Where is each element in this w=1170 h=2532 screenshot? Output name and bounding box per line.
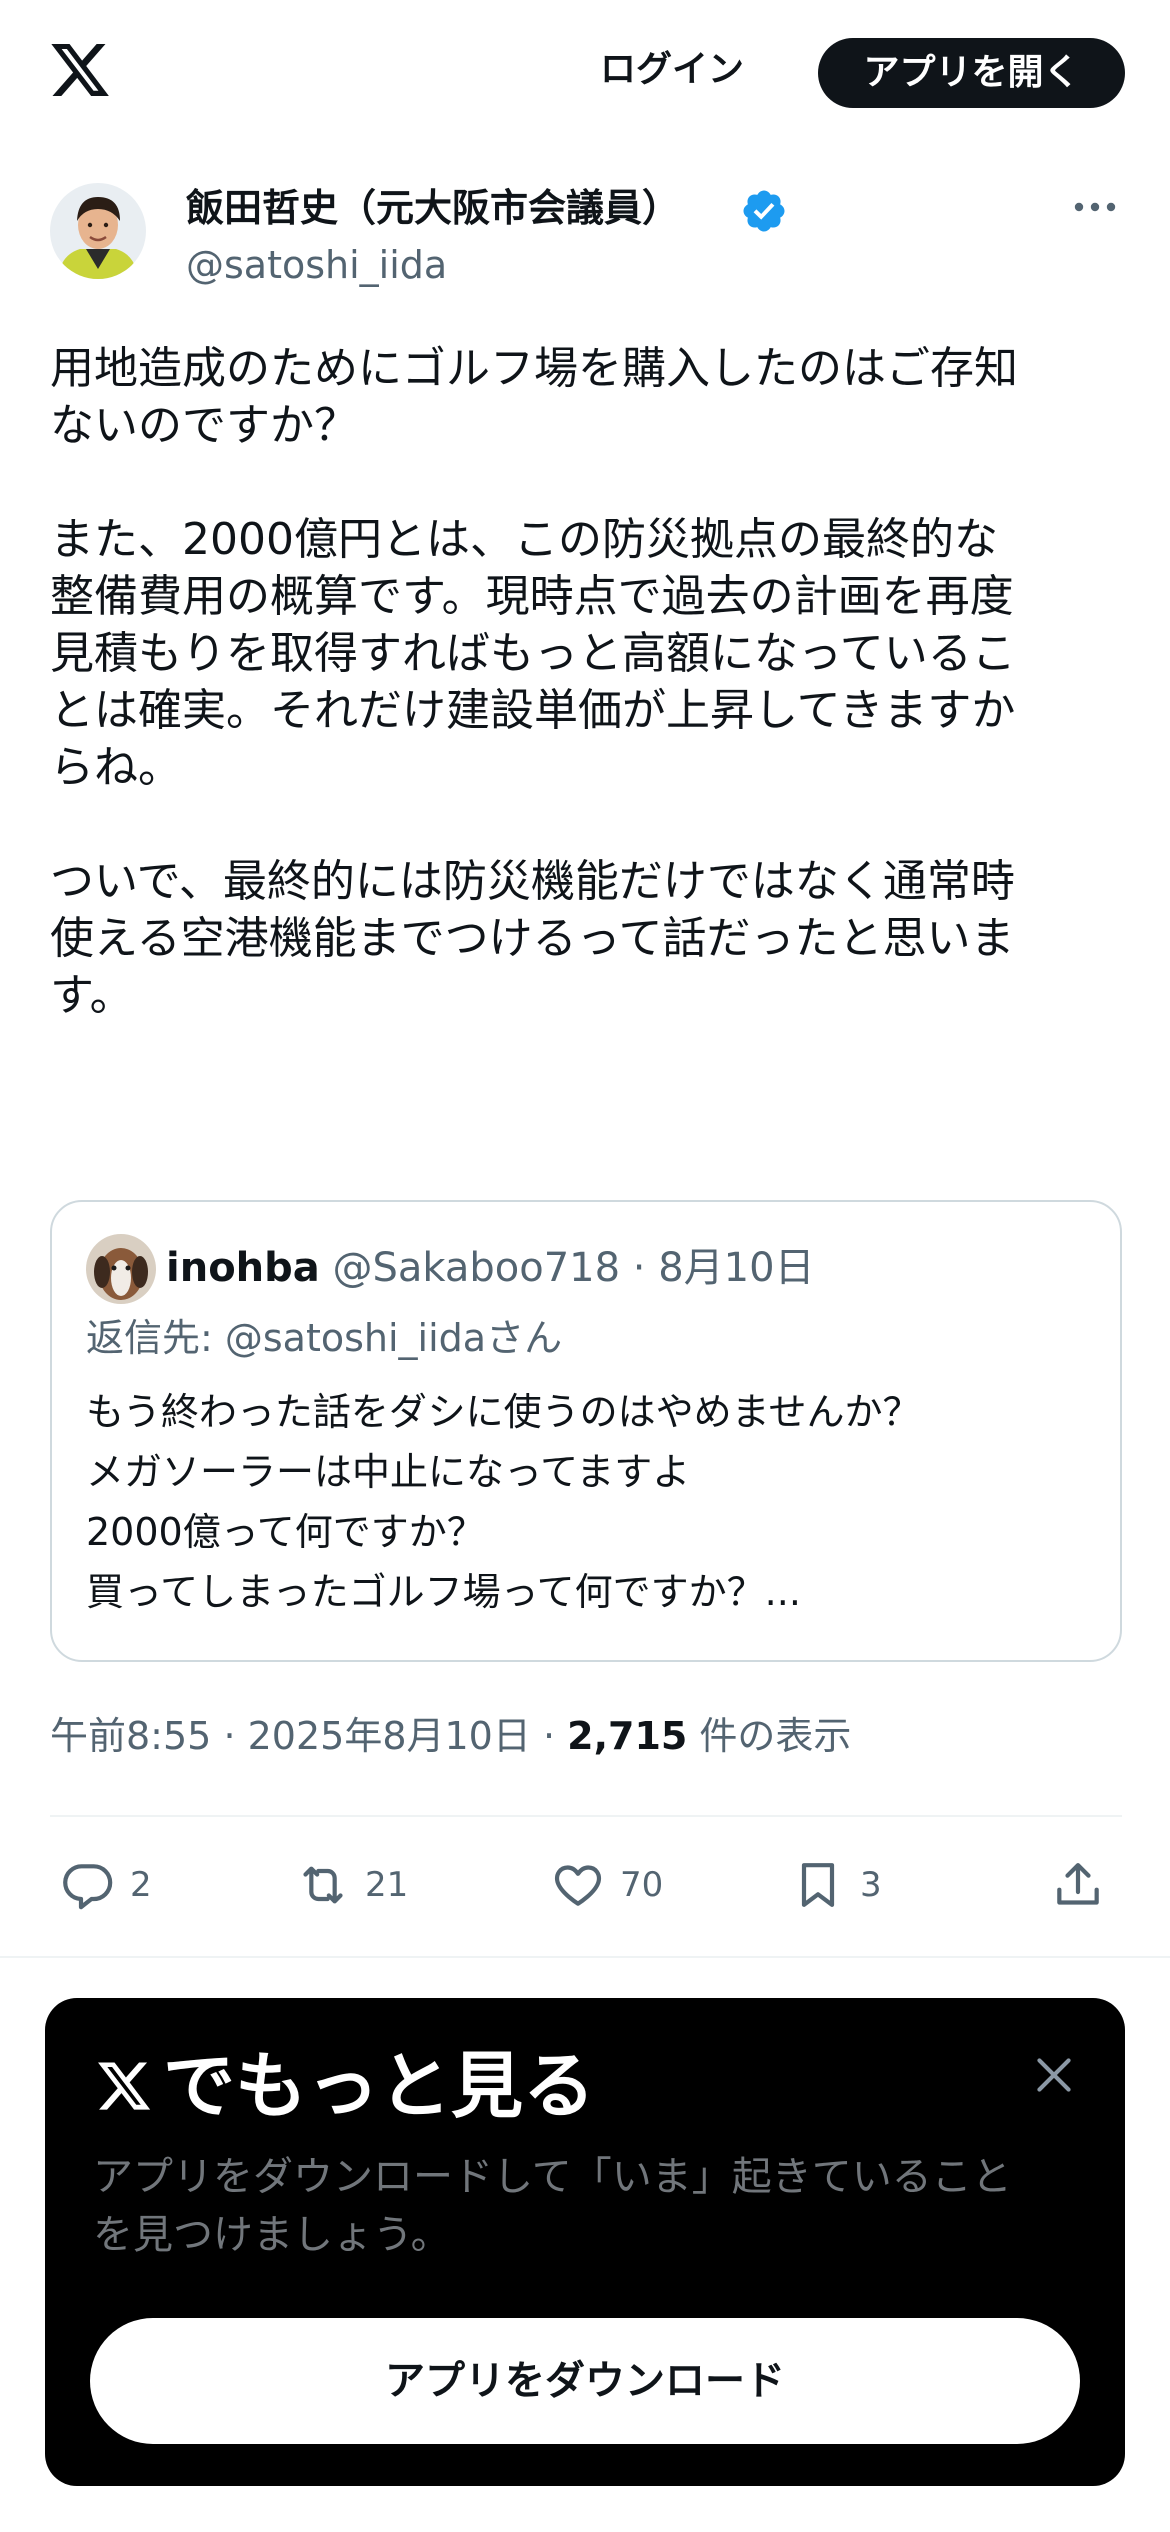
- quote-header: inohba @Sakaboo718 · 8月10日: [166, 1238, 815, 1298]
- like-count: 70: [620, 1865, 664, 1905]
- more-options-icon[interactable]: [1070, 187, 1120, 227]
- bookmark-count: 3: [860, 1865, 882, 1905]
- promo-title-text: でもっと見る: [163, 2044, 596, 2128]
- divider: [50, 1815, 1122, 1817]
- like-button[interactable]: 70: [550, 1850, 663, 1920]
- avatar[interactable]: [50, 183, 146, 279]
- author-handle[interactable]: @satoshi_iida: [186, 239, 447, 291]
- quote-separator: ·: [632, 1245, 659, 1291]
- verified-badge-icon: [743, 190, 785, 232]
- x-logo-icon: [98, 2062, 151, 2110]
- promo-title: でもっと見る: [93, 2038, 595, 2134]
- quote-author-name: inohba: [166, 1245, 320, 1291]
- quoted-tweet[interactable]: inohba @Sakaboo718 · 8月10日 返信先: @satoshi…: [50, 1200, 1122, 1662]
- bookmark-icon: [801, 1863, 835, 1907]
- tweet-actions: 2 21 70 3: [50, 1840, 1122, 1930]
- close-icon[interactable]: [1029, 2050, 1079, 2100]
- views-label: 件の表示: [699, 1714, 852, 1758]
- app-promo-panel: でもっと見る アプリをダウンロードして「いま」起きていること を見つけましょう。…: [45, 1998, 1125, 2486]
- divider: [0, 1956, 1170, 1958]
- repost-button[interactable]: 21: [295, 1850, 408, 1920]
- heart-icon: [554, 1865, 602, 1906]
- tweet-time[interactable]: 午前8:55: [50, 1714, 211, 1758]
- tweet-meta: 午前8:55 · 2025年8月10日 · 2,715 件の表示: [50, 1706, 851, 1766]
- meta-separator: ·: [542, 1714, 568, 1758]
- quote-date: 8月10日: [658, 1245, 815, 1291]
- quote-reply-to: 返信先: @satoshi_iidaさん: [86, 1316, 563, 1360]
- open-app-button[interactable]: アプリを開く: [818, 38, 1125, 108]
- reply-count: 2: [130, 1865, 152, 1905]
- reply-icon: [63, 1864, 113, 1910]
- top-bar: ログイン アプリを開く: [0, 0, 1170, 145]
- views-count: 2,715: [567, 1714, 688, 1758]
- promo-description: アプリをダウンロードして「いま」起きていること を見つけましょう。: [93, 2154, 1012, 2258]
- tweet-author: 飯田哲史（元大阪市会議員） @satoshi_iida: [50, 175, 1120, 305]
- share-icon: [1057, 1863, 1099, 1905]
- x-logo-icon[interactable]: [46, 38, 114, 102]
- tweet-date[interactable]: 2025年8月10日: [248, 1714, 531, 1758]
- meta-separator: ·: [223, 1714, 248, 1758]
- quote-text: もう終わった話をダシに使うのはやめませんか？ メガソーラーは中止になってますよ …: [86, 1390, 921, 1614]
- bookmark-button[interactable]: 3: [790, 1850, 882, 1920]
- share-button[interactable]: [1050, 1850, 1106, 1920]
- tweet-text: 用地造成のためにゴルフ場を購入したのはご存知 ないのですか？ また、2000億円…: [50, 343, 1018, 1021]
- reply-button[interactable]: 2: [60, 1850, 152, 1920]
- author-name[interactable]: 飯田哲史（元大阪市会議員）: [186, 181, 680, 235]
- download-app-button[interactable]: アプリをダウンロード: [90, 2318, 1080, 2444]
- login-link[interactable]: ログイン: [600, 40, 744, 100]
- repost-count: 21: [365, 1865, 409, 1905]
- repost-icon: [303, 1866, 343, 1904]
- quote-author-handle: @Sakaboo718: [332, 1245, 621, 1291]
- quote-avatar: [86, 1234, 156, 1304]
